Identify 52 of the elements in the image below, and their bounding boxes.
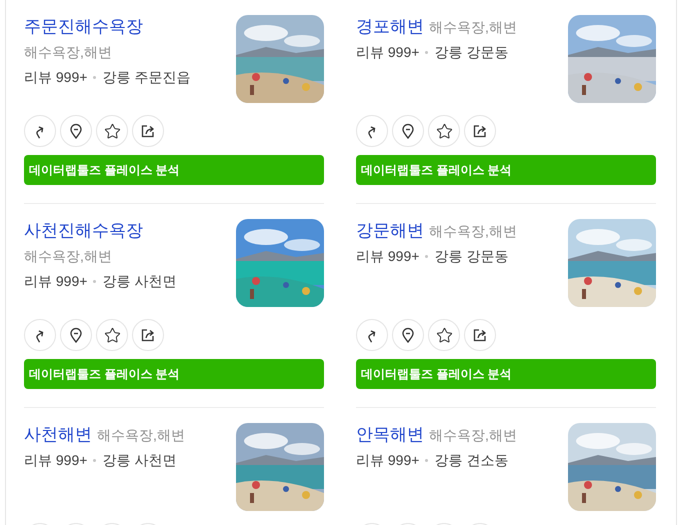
share-icon — [140, 123, 156, 139]
map-pin-icon — [400, 327, 416, 343]
star-icon — [436, 122, 452, 140]
place-category: 해수욕장,해변 — [429, 426, 517, 445]
share-icon — [472, 327, 488, 343]
directions-button[interactable] — [356, 115, 388, 147]
place-name[interactable]: 강문해변 — [356, 221, 424, 240]
place-category: 해수욕장,해변 — [97, 426, 185, 445]
map-pin-icon — [68, 123, 84, 139]
place-name[interactable]: 안목해변 — [356, 425, 424, 444]
review-count: 리뷰 999+ — [24, 272, 88, 291]
place-category: 해수욕장,해변 — [429, 222, 517, 241]
map-pin-button[interactable] — [392, 115, 424, 147]
share-button[interactable] — [132, 319, 164, 351]
place-location: 강릉 강문동 — [434, 43, 508, 62]
directions-button[interactable] — [356, 319, 388, 351]
place-location: 강릉 견소동 — [434, 451, 508, 470]
share-icon — [140, 327, 156, 343]
save-button[interactable] — [96, 319, 128, 351]
place-location: 강릉 주문진읍 — [102, 68, 190, 87]
place-location: 강릉 사천면 — [102, 272, 176, 291]
place-name[interactable]: 사천진해수욕장 — [24, 221, 143, 240]
review-count: 리뷰 999+ — [356, 451, 420, 470]
directions-button[interactable] — [24, 319, 56, 351]
place-category: 해수욕장,해변 — [429, 18, 517, 37]
star-icon — [104, 122, 120, 140]
review-count: 리뷰 999+ — [356, 43, 420, 62]
map-pin-icon — [400, 123, 416, 139]
place-category: 해수욕장,해변 — [24, 247, 112, 266]
map-pin-button[interactable] — [60, 115, 92, 147]
map-pin-button[interactable] — [60, 319, 92, 351]
place-name[interactable]: 사천해변 — [24, 425, 92, 444]
share-button[interactable] — [132, 115, 164, 147]
share-icon — [472, 123, 488, 139]
star-icon — [104, 326, 120, 344]
review-count: 리뷰 999+ — [356, 247, 420, 266]
place-location: 강릉 사천면 — [102, 451, 176, 470]
review-count: 리뷰 999+ — [24, 451, 88, 470]
directions-button[interactable] — [24, 115, 56, 147]
star-icon — [436, 326, 452, 344]
place-location: 강릉 강문동 — [434, 247, 508, 266]
share-button[interactable] — [464, 115, 496, 147]
review-count: 리뷰 999+ — [24, 68, 88, 87]
map-pin-button[interactable] — [392, 319, 424, 351]
save-button[interactable] — [96, 115, 128, 147]
save-button[interactable] — [428, 115, 460, 147]
map-pin-icon — [68, 327, 84, 343]
place-name[interactable]: 주문진해수욕장 — [24, 17, 143, 36]
share-button[interactable] — [464, 319, 496, 351]
place-name[interactable]: 경포해변 — [356, 17, 424, 36]
save-button[interactable] — [428, 319, 460, 351]
place-category: 해수욕장,해변 — [24, 43, 112, 62]
